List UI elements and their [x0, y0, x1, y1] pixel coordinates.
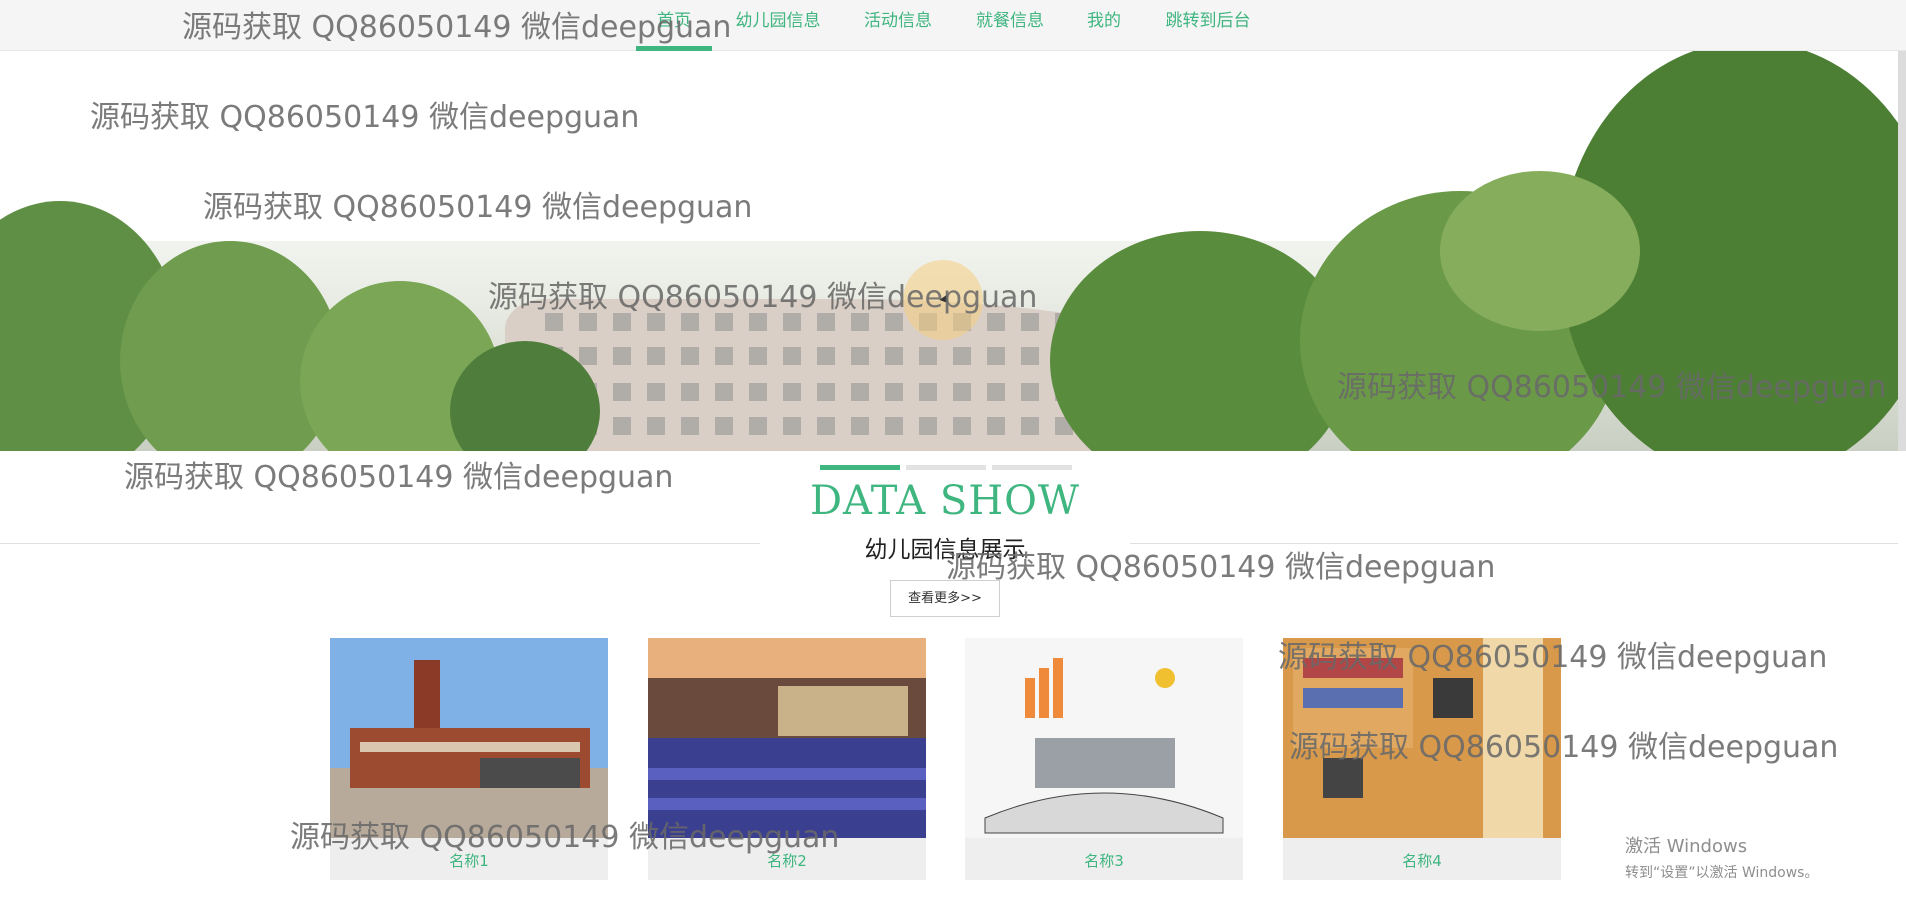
carousel-indicators — [820, 465, 1072, 471]
info-card-3[interactable]: 名称3 — [965, 638, 1243, 880]
card-image-2[interactable] — [648, 638, 926, 838]
watermark-text: 源码获取 QQ86050149 微信deepguan — [1289, 730, 1839, 765]
carousel-indicator-1[interactable] — [820, 465, 900, 470]
nav-item-kindergarten-info[interactable]: 幼儿园信息 — [728, 0, 828, 51]
page: 首页 幼儿园信息 活动信息 就餐信息 我的 跳转到后台 DATA SHOW 幼儿… — [0, 0, 1906, 924]
watermark-text: 源码获取 QQ86050149 微信deepguan — [1337, 370, 1887, 405]
windows-activation-title: 激活 Windows — [1625, 836, 1748, 857]
watermark-text: 源码获取 QQ86050149 微信deepguan — [1278, 640, 1828, 675]
watermark-text: 源码获取 QQ86050149 微信deepguan — [182, 10, 732, 45]
card-image-1[interactable] — [330, 638, 608, 838]
windows-activation-subtitle: 转到“设置”以激活 Windows。 — [1625, 865, 1819, 881]
tree-right-4 — [1440, 171, 1640, 331]
card-image-3[interactable] — [965, 638, 1243, 838]
nav-item-activity-info[interactable]: 活动信息 — [858, 0, 938, 51]
watermark-text: 源码获取 QQ86050149 微信deepguan — [946, 550, 1496, 585]
nav-item-mine[interactable]: 我的 — [1082, 0, 1126, 51]
nav-item-admin[interactable]: 跳转到后台 — [1158, 0, 1258, 51]
carousel-indicator-2[interactable] — [906, 465, 986, 470]
card-1-illustration — [330, 638, 608, 838]
carousel-indicator-3[interactable] — [992, 465, 1072, 470]
card-name-4[interactable]: 名称4 — [1283, 850, 1561, 871]
watermark-text: 源码获取 QQ86050149 微信deepguan — [488, 280, 1038, 315]
nav-item-meal-info[interactable]: 就餐信息 — [970, 0, 1050, 51]
card-name-3[interactable]: 名称3 — [965, 850, 1243, 871]
card-2-illustration — [648, 638, 926, 838]
card-3-illustration — [965, 638, 1243, 838]
watermark-text: 源码获取 QQ86050149 微信deepguan — [203, 190, 753, 225]
watermark-text: 源码获取 QQ86050149 微信deepguan — [290, 820, 840, 855]
watermark-text: 源码获取 QQ86050149 微信deepguan — [90, 100, 640, 135]
section-title: DATA SHOW — [809, 478, 1081, 524]
page-scrollbar[interactable] — [1898, 51, 1906, 451]
watermark-text: 源码获取 QQ86050149 微信deepguan — [124, 460, 674, 495]
windows-activation-notice: 激活 Windows 转到“设置”以激活 Windows。 — [1625, 832, 1818, 882]
